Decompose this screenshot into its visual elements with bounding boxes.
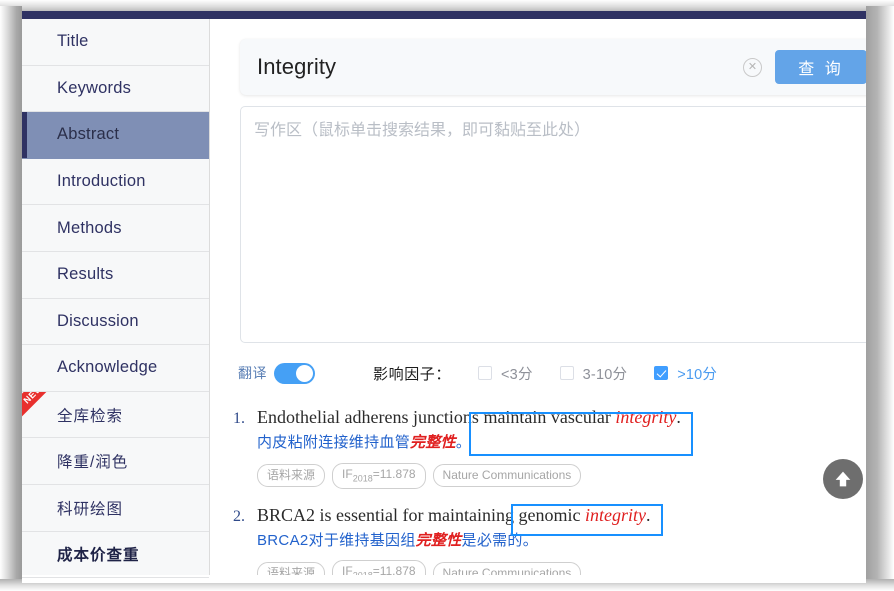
checkbox-unchecked-icon[interactable] bbox=[478, 366, 493, 380]
checkbox-label: 3-10分 bbox=[582, 366, 628, 383]
result-tag-group: 语料来源 IF2018=11.878 Nature Communications bbox=[257, 560, 865, 575]
result-tag-text: 语料来源 bbox=[267, 565, 316, 575]
result-tag[interactable]: Nature Communications bbox=[432, 561, 582, 575]
sidebar-item-11[interactable]: 成本价查重 bbox=[22, 532, 209, 579]
close-circle-icon[interactable]: ✕ bbox=[743, 57, 762, 77]
result-en-before: Endothelial adherens junctions maintain … bbox=[257, 407, 616, 427]
result-tag-text: 语料来源 bbox=[267, 468, 316, 483]
sidebar-item-label: 成本价查重 bbox=[57, 547, 140, 565]
sidebar-item-label: 全库检索 bbox=[57, 407, 124, 425]
result-tag[interactable]: IF2018=11.878 bbox=[332, 560, 426, 575]
checkbox-checked-icon[interactable] bbox=[654, 366, 669, 380]
result-cn-after: 是必需的。 bbox=[461, 531, 539, 549]
impact-factor-checkbox-group: <3分 3-10分 >10分 bbox=[451, 363, 717, 384]
result-index: 2. bbox=[233, 507, 245, 525]
toggle-knob bbox=[296, 364, 313, 382]
result-tag[interactable]: 语料来源 bbox=[257, 561, 326, 575]
result-tag[interactable]: IF2018=11.878 bbox=[332, 462, 426, 489]
sidebar-item-label: Results bbox=[57, 265, 114, 284]
result-tag-text: Nature Communications bbox=[442, 565, 572, 575]
result-tag-text: Nature Communications bbox=[442, 468, 572, 483]
result-index: 1. bbox=[233, 410, 245, 427]
result-cn-after: 。 bbox=[455, 434, 472, 452]
query-button[interactable]: 查 询 bbox=[775, 50, 866, 84]
scroll-to-top-button[interactable] bbox=[823, 459, 863, 499]
result-cn-keyword: 完整性 bbox=[410, 434, 456, 452]
app-top-bar bbox=[22, 11, 866, 19]
result-english-text: Endothelial adherens junctions maintain … bbox=[257, 404, 681, 430]
result-tag-group: 语料来源 IF2018=11.878 Nature Communications bbox=[257, 462, 865, 489]
sidebar-item-label: Title bbox=[57, 32, 89, 51]
checkbox-unchecked-icon[interactable] bbox=[559, 366, 574, 380]
sidebar-item-label: Methods bbox=[57, 218, 122, 237]
sidebar-item-label: Keywords bbox=[57, 78, 132, 97]
sidebar-item-8[interactable]: NEW 全库检索 bbox=[22, 391, 209, 439]
sidebar-item-2[interactable]: Abstract bbox=[22, 112, 209, 159]
impact-factor-checkbox-1[interactable]: 3-10分 bbox=[559, 363, 628, 384]
impact-factor-checkbox-0[interactable]: <3分 bbox=[478, 363, 533, 384]
sidebar-item-0[interactable]: Title bbox=[22, 19, 209, 66]
sidebar-item-label: Introduction bbox=[57, 172, 146, 191]
translate-label: 翻译 bbox=[238, 365, 267, 381]
search-bar: ✕ 查 询 bbox=[240, 39, 866, 95]
results-list: 1. Endothelial adherens junctions maintai… bbox=[233, 404, 865, 575]
filter-row: 翻译 影响因子： <3分 3-10分 >10分 bbox=[238, 359, 866, 387]
arrow-up-icon bbox=[835, 471, 851, 487]
result-cn-before: BRCA2对于维持基因组 bbox=[257, 531, 416, 549]
result-tag-value: =11.878 bbox=[372, 466, 416, 481]
result-english-text: BRCA2 is essential for maintaining genom… bbox=[257, 502, 650, 528]
result-en-after: . bbox=[645, 504, 651, 525]
result-en-before: BRCA2 is essential for maintaining genom… bbox=[257, 504, 585, 525]
page-viewport: Title Keywords Abstract Introduction Methods… bbox=[22, 11, 866, 583]
result-tag-text: IF bbox=[342, 564, 353, 575]
impact-factor-checkbox-2[interactable]: >10分 bbox=[654, 363, 717, 384]
browser-window: Title Keywords Abstract Introduction Methods… bbox=[0, 0, 894, 591]
writing-textarea[interactable] bbox=[240, 106, 866, 343]
main-content: ✕ 查 询 翻译 影响因子： <3分 3-10分 >10分 1. Endothelia… bbox=[211, 19, 866, 575]
result-english-line[interactable]: 1. Endothelial adherens junctions maintai… bbox=[233, 404, 865, 430]
result-tag-value: =11.878 bbox=[372, 564, 416, 575]
result-translation-line[interactable]: 内皮粘附连接维持血管完整性。 bbox=[257, 432, 865, 455]
result-translation-line[interactable]: BRCA2对于维持基因组完整性是必需的。 bbox=[257, 530, 865, 553]
sidebar-item-4[interactable]: Methods bbox=[22, 205, 209, 252]
sidebar-item-label: Acknowledge bbox=[57, 358, 158, 377]
result-tag-text: IF bbox=[342, 466, 353, 481]
result-tag-year: 2018 bbox=[352, 473, 373, 484]
sidebar-nav: Title Keywords Abstract Introduction Methods… bbox=[22, 19, 210, 579]
sidebar-item-label: Abstract bbox=[57, 125, 120, 144]
result-en-after: . bbox=[676, 407, 681, 427]
sidebar-item-1[interactable]: Keywords bbox=[22, 66, 209, 113]
sidebar-item-7[interactable]: Acknowledge bbox=[22, 345, 209, 392]
window-edge-right bbox=[866, 6, 894, 591]
result-tag-year: 2018 bbox=[353, 571, 373, 575]
result-item[interactable]: 1. Endothelial adherens junctions maintai… bbox=[233, 404, 865, 489]
sidebar-item-3[interactable]: Introduction bbox=[22, 159, 209, 206]
result-en-keyword: integrity bbox=[615, 407, 677, 427]
sidebar-item-label: 降重/润色 bbox=[57, 454, 129, 472]
result-tag[interactable]: Nature Communications bbox=[432, 464, 582, 488]
checkbox-label: >10分 bbox=[677, 366, 718, 383]
sidebar-item-10[interactable]: 科研绘图 bbox=[22, 485, 209, 532]
result-english-line[interactable]: 2. BRCA2 is essential for maintaining gen… bbox=[233, 502, 865, 528]
window-edge-left bbox=[0, 6, 22, 591]
result-cn-before: 内皮粘附连接维持血管 bbox=[257, 434, 411, 452]
sidebar-item-9[interactable]: 降重/润色 bbox=[22, 438, 209, 485]
sidebar-item-5[interactable]: Results bbox=[22, 252, 209, 299]
translate-toggle[interactable] bbox=[274, 362, 315, 384]
checkbox-label: <3分 bbox=[501, 366, 533, 383]
sidebar-item-6[interactable]: Discussion bbox=[22, 299, 209, 346]
sidebar-item-label: 科研绘图 bbox=[57, 500, 124, 518]
search-input[interactable] bbox=[240, 53, 743, 81]
result-cn-keyword: 完整性 bbox=[415, 531, 462, 549]
sidebar-item-label: Discussion bbox=[57, 311, 139, 330]
result-item[interactable]: 2. BRCA2 is essential for maintaining gen… bbox=[233, 502, 865, 575]
new-badge-label: NEW bbox=[22, 391, 61, 422]
impact-factor-label: 影响因子： bbox=[373, 365, 452, 383]
result-en-keyword: integrity bbox=[584, 504, 646, 525]
result-tag[interactable]: 语料来源 bbox=[257, 464, 326, 488]
